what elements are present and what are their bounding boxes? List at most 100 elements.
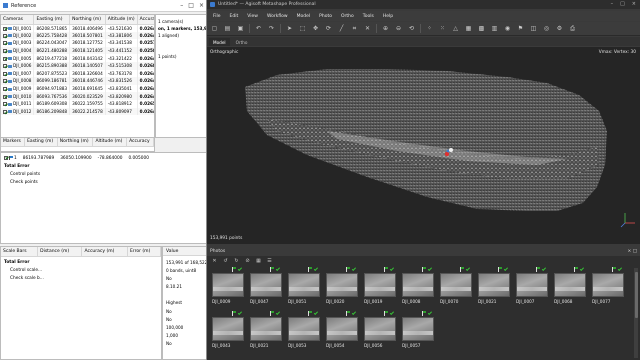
tab-ortho[interactable]: Ortho bbox=[232, 38, 252, 46]
photo-thumbnail[interactable]: DJI_0047 bbox=[248, 267, 284, 311]
photo-thumbnail[interactable]: DJI_0020 bbox=[324, 267, 360, 311]
photos-scrollbar[interactable] bbox=[634, 268, 638, 358]
list-view-icon[interactable]: ☰ bbox=[266, 258, 273, 265]
photo-thumbnail[interactable]: DJI_0043 bbox=[210, 311, 246, 355]
photo-thumbnail[interactable]: DJI_0009 bbox=[210, 267, 246, 311]
rotate-right-icon[interactable]: ↻ bbox=[233, 258, 240, 265]
check-points-row[interactable]: Check points bbox=[4, 179, 203, 187]
capture-icon[interactable]: ⎙ bbox=[568, 24, 577, 33]
view-mode-icon[interactable]: ▦ bbox=[255, 258, 262, 265]
col-cameras[interactable]: Cameras bbox=[1, 15, 35, 25]
control-scalebars-row[interactable]: Control scale... bbox=[4, 267, 158, 275]
col-altitude[interactable]: Altitude (m) bbox=[92, 138, 128, 147]
checkbox[interactable] bbox=[3, 56, 7, 61]
photo-thumbnail[interactable]: DJI_0051 bbox=[286, 267, 322, 311]
model-viewport[interactable]: Orthographic Vmax: Vertex: 30 153,991 po… bbox=[207, 47, 640, 244]
reset-filter-icon[interactable]: ⊘ bbox=[244, 258, 251, 265]
settings-icon[interactable]: ⚙ bbox=[555, 24, 564, 33]
col-distance[interactable]: Distance (m) bbox=[37, 247, 83, 257]
control-points-row[interactable]: Control points bbox=[4, 171, 203, 179]
photo-thumbnail[interactable]: DJI_0057 bbox=[400, 311, 436, 355]
point-cloud-icon[interactable]: ⁘ bbox=[425, 24, 434, 33]
new-icon[interactable]: ▢ bbox=[210, 24, 219, 33]
camera-row[interactable]: DJI_0010 86093.767536 36020.023529 -43.8209… bbox=[1, 92, 154, 100]
dense-cloud-icon[interactable]: ⁙ bbox=[438, 24, 447, 33]
tiled-model-icon[interactable]: ▩ bbox=[477, 24, 486, 33]
trackball-icon[interactable]: ◎ bbox=[542, 24, 551, 33]
save-icon[interactable]: ▣ bbox=[236, 24, 245, 33]
camera-show-icon[interactable]: ◉ bbox=[503, 24, 512, 33]
menu-file[interactable]: File bbox=[213, 14, 221, 19]
reset-view-icon[interactable]: ⟲ bbox=[407, 24, 416, 33]
camera-row[interactable]: DJI_0001 86208.571865 36018.406496 -43.5216… bbox=[1, 24, 154, 32]
camera-row[interactable]: DJI_0009 86094.971883 36018.691645 -43.8350… bbox=[1, 84, 154, 93]
remove-photo-icon[interactable]: ✕ bbox=[211, 258, 218, 265]
marker-show-icon[interactable]: ⚑ bbox=[516, 24, 525, 33]
camera-row[interactable]: DJI_0011 86189.609308 36022.159755 -43.8189… bbox=[1, 99, 154, 108]
col-northing[interactable]: Northing (m) bbox=[69, 15, 106, 25]
menu-help[interactable]: Help bbox=[383, 14, 393, 19]
checkbox[interactable] bbox=[3, 41, 7, 46]
checkbox[interactable] bbox=[3, 109, 7, 114]
checkbox[interactable] bbox=[3, 33, 7, 38]
rectangle-selection-icon[interactable]: ⬚ bbox=[298, 24, 307, 33]
photo-thumbnail[interactable]: DJI_0077 bbox=[590, 267, 626, 311]
zoom-in-icon[interactable]: ⊕ bbox=[381, 24, 390, 33]
photo-thumbnail[interactable]: DJI_0021 bbox=[476, 267, 512, 311]
undo-icon[interactable]: ↶ bbox=[254, 24, 263, 33]
checkbox[interactable] bbox=[3, 64, 7, 69]
checkbox[interactable] bbox=[3, 79, 7, 84]
photo-thumbnail[interactable]: DJI_0008 bbox=[400, 267, 436, 311]
photo-thumbnail[interactable]: DJI_0056 bbox=[362, 311, 398, 355]
col-error[interactable]: Error (m) bbox=[127, 247, 162, 257]
photo-thumbnail[interactable]: DJI_0021 bbox=[248, 311, 284, 355]
rotate-icon[interactable]: ⟳ bbox=[324, 24, 333, 33]
camera-row[interactable]: DJI_0002 86225.758428 36018.507801 -43.3818… bbox=[1, 31, 154, 40]
texture-icon[interactable]: ▦ bbox=[464, 24, 473, 33]
col-easting[interactable]: Easting (m) bbox=[24, 138, 58, 147]
move-icon[interactable]: ✥ bbox=[311, 24, 320, 33]
scalebar-total-row[interactable]: Total Error bbox=[4, 259, 158, 267]
region-icon[interactable]: ◫ bbox=[529, 24, 538, 33]
photo-thumbnail[interactable]: DJI_0070 bbox=[438, 267, 474, 311]
col-easting[interactable]: Easting (m) bbox=[33, 15, 71, 25]
dem-icon[interactable]: ▥ bbox=[490, 24, 499, 33]
photo-thumbnail[interactable]: DJI_0054 bbox=[324, 311, 360, 355]
col-northing[interactable]: Northing (m) bbox=[57, 138, 94, 147]
col-altitude[interactable]: Altitude (m) bbox=[105, 15, 138, 25]
camera-row[interactable]: DJI_0008 86099.186781 36018.446746 -43.8315… bbox=[1, 77, 154, 85]
photo-thumbnail[interactable]: DJI_0068 bbox=[552, 267, 588, 311]
menu-model[interactable]: Model bbox=[297, 14, 311, 19]
check-scalebars-row[interactable]: Check scale b... bbox=[4, 275, 158, 283]
camera-row[interactable]: DJI_0005 86219.477218 36018.043142 -43.3214… bbox=[1, 54, 154, 62]
crop-icon[interactable]: ⌗ bbox=[350, 24, 359, 33]
camera-row[interactable]: DJI_0007 86207.875523 36018.326604 -43.7631… bbox=[1, 69, 154, 78]
checkbox[interactable] bbox=[3, 87, 7, 92]
photo-thumbnail[interactable]: DJI_0007 bbox=[514, 267, 550, 311]
checkbox[interactable] bbox=[4, 155, 8, 160]
navigation-icon[interactable]: ➤ bbox=[285, 24, 294, 33]
photo-thumbnail[interactable]: DJI_0019 bbox=[362, 267, 398, 311]
menu-ortho[interactable]: Ortho bbox=[341, 14, 354, 19]
menu-edit[interactable]: Edit bbox=[230, 14, 239, 19]
checkbox[interactable] bbox=[3, 49, 7, 54]
scrollbar-thumb[interactable] bbox=[634, 272, 638, 318]
checkbox[interactable] bbox=[3, 94, 7, 99]
camera-row[interactable]: DJI_0003 86224.043047 36018.127752 -43.3415… bbox=[1, 39, 154, 47]
col-accuracy[interactable]: Accuracy bbox=[126, 138, 154, 147]
photo-thumbnail[interactable]: DJI_0053 bbox=[286, 311, 322, 355]
menu-view[interactable]: View bbox=[247, 14, 258, 19]
col-markers[interactable]: Markers bbox=[1, 138, 26, 147]
col-scale-bars[interactable]: Scale Bars bbox=[1, 247, 39, 257]
checkbox[interactable] bbox=[3, 71, 7, 76]
checkbox[interactable] bbox=[3, 26, 7, 31]
mesh-icon[interactable]: △ bbox=[451, 24, 460, 33]
checkbox[interactable] bbox=[3, 102, 7, 107]
zoom-out-icon[interactable]: ⊖ bbox=[394, 24, 403, 33]
maximize-icon[interactable]: □ bbox=[620, 1, 625, 7]
camera-row[interactable]: DJI_0012 86186.209848 36022.214578 -43.8090… bbox=[1, 107, 154, 116]
close-icon[interactable]: × bbox=[632, 1, 636, 7]
total-error-row[interactable]: Total Error bbox=[4, 163, 203, 171]
menu-workflow[interactable]: Workflow bbox=[267, 14, 288, 19]
camera-row[interactable]: DJI_0006 86215.890388 36018.140507 -43.5153… bbox=[1, 61, 154, 70]
